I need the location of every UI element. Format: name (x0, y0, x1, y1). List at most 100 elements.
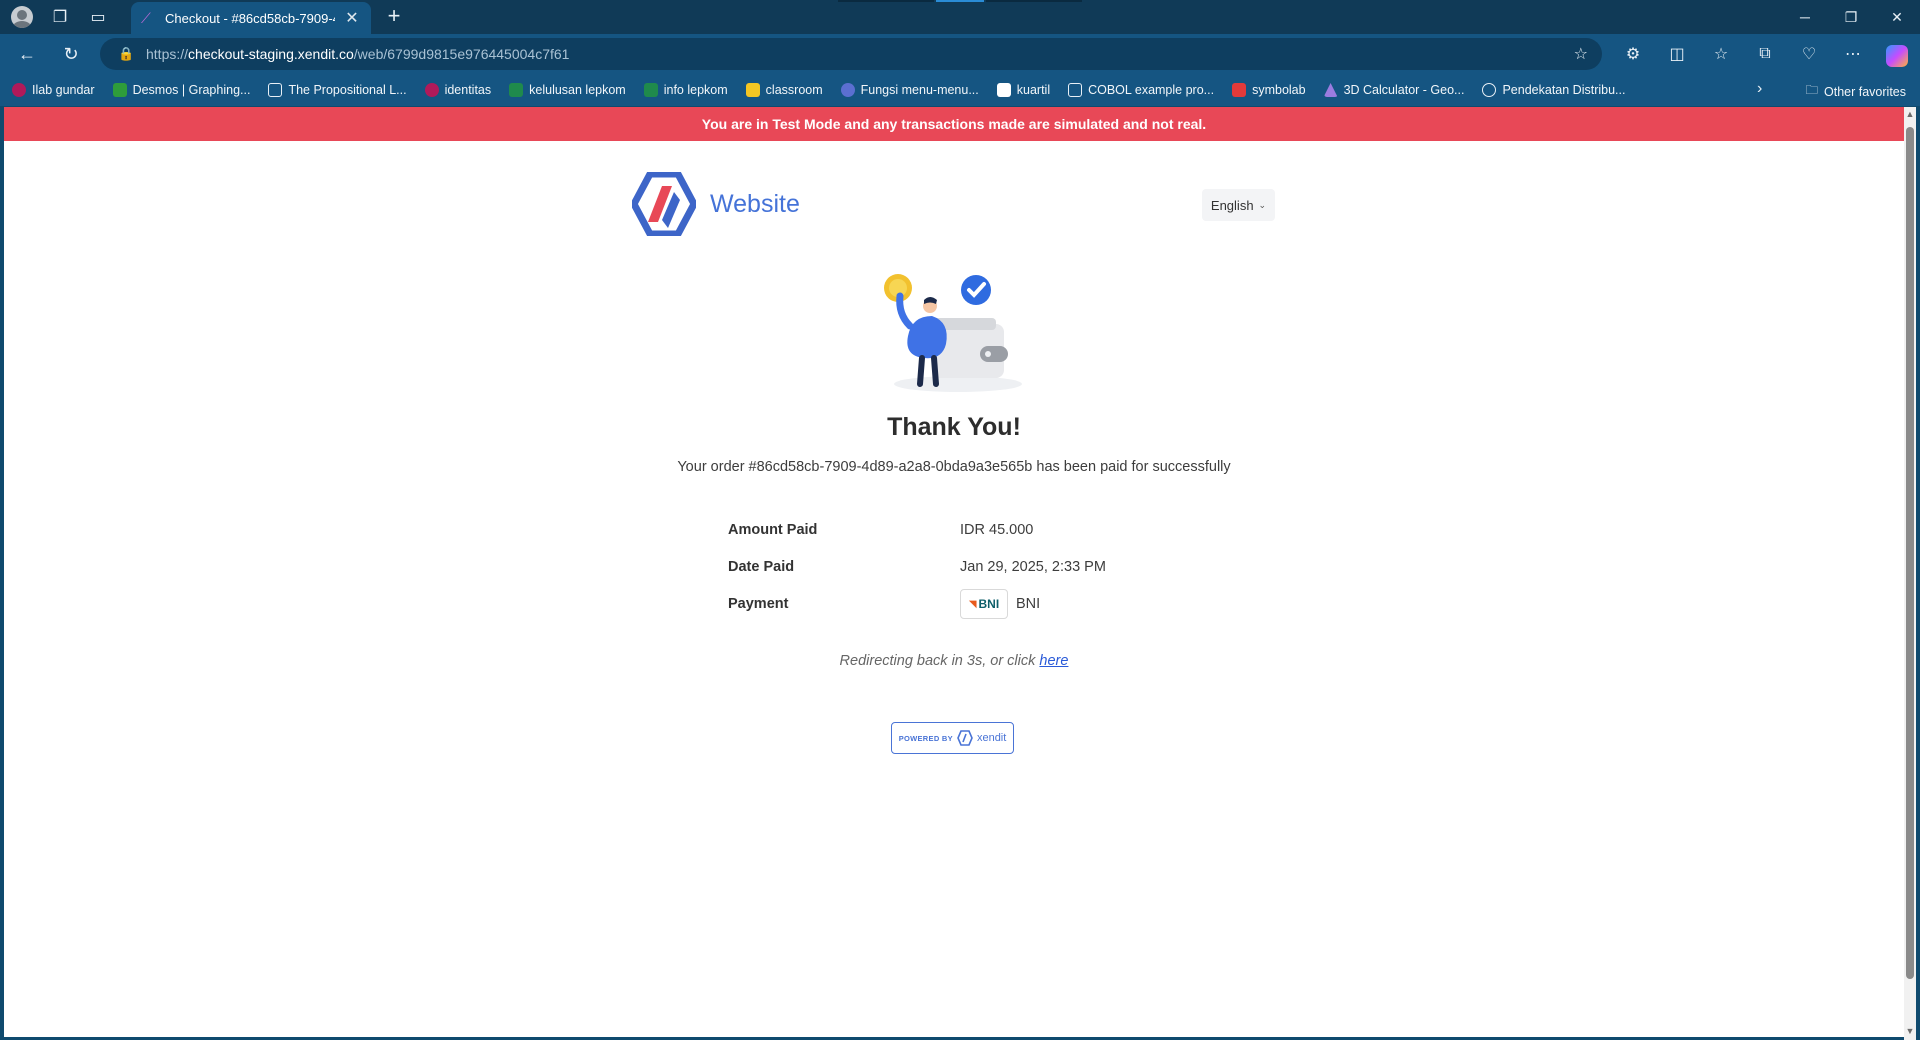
detail-label: Date Paid (728, 559, 795, 575)
collections-icon[interactable]: ⧉ (1750, 40, 1780, 68)
test-mode-banner: You are in Test Mode and any transaction… (4, 107, 1904, 141)
favorite-star-icon[interactable]: ☆ (1574, 44, 1588, 64)
merchant-brand: Website (632, 172, 800, 236)
gundar-icon (12, 83, 26, 97)
xendit-brand: xendit (976, 732, 1007, 744)
bookmark-label: 3D Calculator - Geo... (1343, 83, 1465, 97)
bookmark-ilab-gundar[interactable]: Ilab gundar (12, 83, 95, 97)
detail-label: Amount Paid (728, 522, 818, 538)
chevron-down-icon: ⌄ (1258, 199, 1267, 210)
bookmark-label: Ilab gundar (32, 83, 95, 97)
powered-by-label: POWERED BY (898, 733, 953, 743)
merchant-name: Website (710, 189, 800, 218)
merchant-logo-icon (632, 172, 696, 236)
browser-titlebar: ❐ ▭ ⟋ Checkout - #86cd58cb-7909-4d8 ✕ + … (0, 0, 1920, 34)
bookmark-pendekatan[interactable]: Pendekatan Distribu... (1482, 83, 1625, 97)
bookmark-label: Desmos | Graphing... (132, 83, 251, 97)
detail-label: Payment (728, 596, 789, 612)
tab-actions-icon[interactable]: ▭ (84, 3, 112, 31)
titlebar-strip (986, 0, 1082, 2)
payment-method-name: BNI (1016, 596, 1041, 612)
bookmark-label: classroom (765, 83, 823, 97)
bookmark-symbolab[interactable]: symbolab (1232, 83, 1306, 97)
browser-toolbar: ← ↻ 🔒 https://checkout-staging.xendit.co… (0, 34, 1920, 74)
order-message: Your order #86cd58cb-7909-4d89-a2a8-0bda… (677, 459, 1231, 475)
powered-by-xendit-badge[interactable]: POWERED BY xendit (891, 722, 1014, 754)
detail-row-amount: Amount Paid IDR 45.000 (728, 518, 1228, 542)
minimize-icon[interactable]: ─ (1782, 0, 1828, 34)
bookmark-label: Pendekatan Distribu... (1502, 83, 1626, 97)
page-title: Thank You! (887, 413, 1021, 441)
doc-icon (996, 83, 1011, 97)
bookmark-label: Fungsi menu-menu... (860, 83, 979, 97)
close-window-icon[interactable]: ✕ (1874, 0, 1920, 34)
redirect-here-link[interactable]: here (1039, 653, 1068, 669)
titlebar-strip (838, 0, 934, 2)
classroom-icon (745, 83, 760, 97)
language-label: English (1210, 197, 1254, 213)
address-bar[interactable]: 🔒 https://checkout-staging.xendit.co/web… (100, 38, 1602, 70)
bookmark-desmos[interactable]: Desmos | Graphing... (112, 83, 251, 97)
bookmark-label: symbolab (1252, 83, 1306, 97)
payment-success-illustration (884, 274, 1022, 392)
other-favorites-folder[interactable]: 🗀 Other favorites (1806, 81, 1907, 102)
page-icon (268, 83, 283, 97)
scroll-up-icon[interactable]: ▲ (1904, 109, 1916, 121)
bookmark-3d-calculator[interactable]: 3D Calculator - Geo... (1323, 83, 1465, 97)
url-path: /web/6799d9815e976445004c7f61 (353, 46, 570, 62)
bookmark-classroom[interactable]: classroom (745, 83, 823, 97)
split-screen-icon[interactable]: ◫ (1662, 40, 1692, 68)
tab-title: Checkout - #86cd58cb-7909-4d8 (165, 10, 335, 26)
page-scrollbar[interactable]: ▲ ▼ (1904, 107, 1916, 1040)
page-viewport: You are in Test Mode and any transaction… (4, 107, 1904, 1037)
bookmark-info-lepkom[interactable]: info lepkom (643, 83, 728, 97)
lock-icon[interactable]: 🔒 (118, 46, 134, 62)
bookmarks-bar: Ilab gundar Desmos | Graphing... The Pro… (0, 74, 1920, 106)
refresh-button[interactable]: ↻ (56, 40, 86, 68)
gundar-icon (424, 83, 439, 97)
workspaces-icon[interactable]: ❐ (46, 3, 74, 31)
bookmark-fungsi-menu[interactable]: Fungsi menu-menu... (840, 83, 979, 97)
bookmark-propositional[interactable]: The Propositional L... (268, 83, 407, 97)
redirect-text: Redirecting back in 3s, or click (839, 653, 1036, 669)
browser-essentials-icon[interactable]: ♡ (1794, 40, 1824, 68)
profile-avatar[interactable] (8, 3, 36, 31)
page-icon (1068, 83, 1083, 97)
wordpress-icon (840, 83, 855, 97)
more-menu-icon[interactable]: ⋯ (1838, 40, 1868, 68)
bookmark-kelulusan-lepkom[interactable]: kelulusan lepkom (509, 83, 626, 97)
payment-value: ◥ BNI BNI (960, 589, 1040, 619)
browser-tab-checkout[interactable]: ⟋ Checkout - #86cd58cb-7909-4d8 ✕ (131, 2, 371, 34)
url-scheme: https:// (146, 46, 189, 62)
tab-close-icon[interactable]: ✕ (343, 8, 361, 28)
favorites-icon[interactable]: ☆ (1706, 40, 1736, 68)
extensions-icon[interactable]: ⚙ (1618, 40, 1648, 68)
xendit-favicon-icon: ⟋ (141, 10, 151, 26)
symbolab-icon (1232, 83, 1247, 97)
bookmark-label: COBOL example pro... (1088, 83, 1215, 97)
amount-value: IDR 45.000 (960, 522, 1034, 538)
desmos-icon (112, 83, 127, 97)
scroll-down-icon[interactable]: ▼ (1904, 1026, 1916, 1038)
titlebar-strip-active (936, 0, 984, 2)
copilot-logo (1886, 44, 1908, 67)
back-button[interactable]: ← (12, 40, 42, 68)
bni-logo-text: BNI (978, 597, 1000, 611)
bookmark-label: kuartil (1016, 83, 1051, 97)
scrollbar-thumb[interactable] (1906, 127, 1914, 979)
bookmark-kuartil[interactable]: kuartil (996, 83, 1051, 97)
sheets-icon (509, 83, 524, 97)
copilot-icon[interactable] (1882, 40, 1912, 68)
url-host: checkout-staging.xendit.co (188, 46, 354, 62)
bookmark-cobol[interactable]: COBOL example pro... (1068, 83, 1214, 97)
other-favorites-label: Other favorites (1824, 84, 1906, 99)
sheets-icon (643, 83, 658, 97)
new-tab-button[interactable]: + (380, 4, 408, 30)
folder-icon: 🗀 (1805, 83, 1819, 97)
bookmark-identitas[interactable]: identitas (424, 83, 491, 97)
bookmarks-overflow-chevron-icon[interactable]: › (1757, 80, 1762, 98)
restore-icon[interactable]: ❐ (1828, 0, 1874, 34)
language-selector[interactable]: English ⌄ (1202, 189, 1275, 221)
detail-row-date: Date Paid Jan 29, 2025, 2:33 PM (728, 555, 1228, 579)
bookmark-label: The Propositional L... (288, 83, 407, 97)
